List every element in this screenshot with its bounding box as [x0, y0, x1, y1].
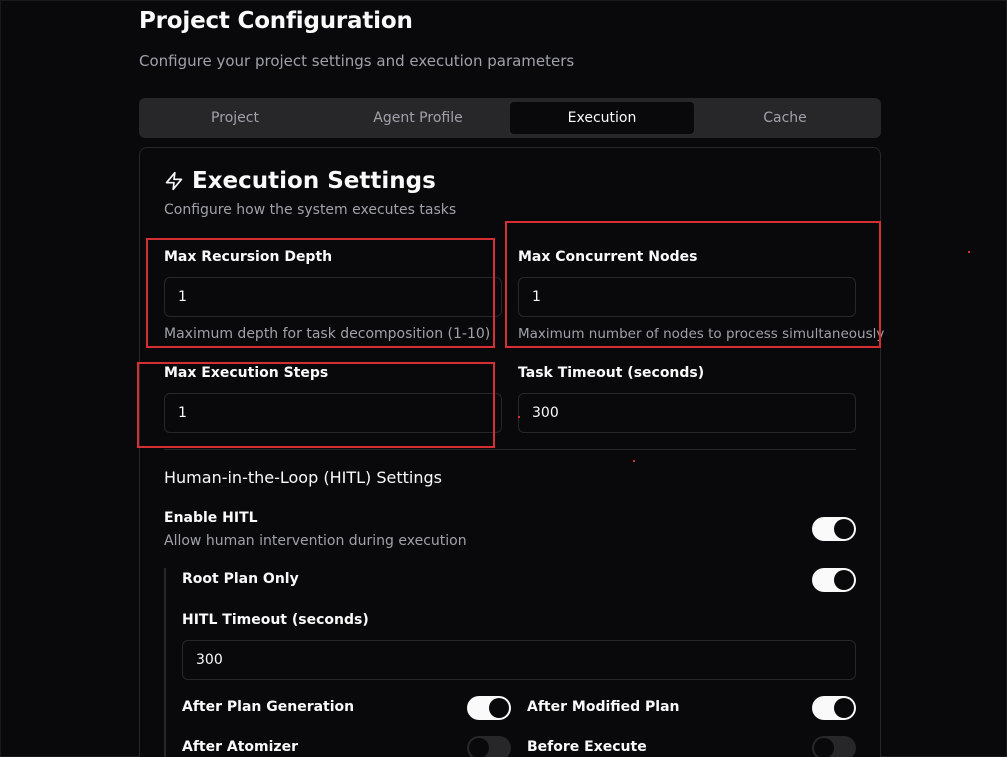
- task-timeout-input[interactable]: [518, 393, 856, 433]
- execution-settings-heading: Execution Settings: [164, 168, 436, 194]
- tab-bar: Project Agent Profile Execution Cache: [139, 98, 881, 138]
- before-execute-label: Before Execute: [527, 739, 647, 755]
- max-recursion-depth-help: Maximum depth for task decomposition (1-…: [164, 326, 491, 342]
- toggle-knob: [834, 570, 854, 590]
- max-recursion-depth-input[interactable]: [164, 277, 502, 317]
- hitl-indent-line: [164, 568, 166, 757]
- root-plan-only-label: Root Plan Only: [182, 571, 299, 587]
- page-subtitle: Configure your project settings and exec…: [139, 52, 575, 70]
- enable-hitl-description: Allow human intervention during executio…: [164, 533, 467, 549]
- tab-agent-profile[interactable]: Agent Profile: [326, 102, 510, 134]
- lightning-bolt-icon: [164, 171, 184, 191]
- hitl-timeout-label: HITL Timeout (seconds): [182, 612, 369, 628]
- before-execute-toggle[interactable]: [812, 736, 856, 757]
- execution-settings-description: Configure how the system executes tasks: [164, 202, 457, 218]
- after-atomizer-label: After Atomizer: [182, 739, 298, 755]
- max-concurrent-nodes-help: Maximum number of nodes to process simul…: [518, 326, 885, 342]
- hitl-timeout-input[interactable]: [182, 640, 856, 680]
- toggle-knob: [834, 519, 854, 539]
- max-execution-steps-label: Max Execution Steps: [164, 365, 329, 381]
- max-concurrent-nodes-input[interactable]: [518, 277, 856, 317]
- toggle-knob: [814, 738, 834, 757]
- after-modified-plan-toggle[interactable]: [812, 696, 856, 720]
- after-plan-generation-toggle[interactable]: [467, 696, 511, 720]
- annotation-dot: [633, 460, 635, 462]
- task-timeout-label: Task Timeout (seconds): [518, 365, 705, 381]
- annotation-dot: [968, 251, 970, 253]
- tab-project[interactable]: Project: [143, 102, 327, 134]
- after-plan-generation-label: After Plan Generation: [182, 699, 355, 715]
- after-atomizer-toggle[interactable]: [467, 736, 511, 757]
- enable-hitl-toggle[interactable]: [812, 517, 856, 541]
- execution-settings-title: Execution Settings: [192, 168, 436, 194]
- enable-hitl-label: Enable HITL: [164, 510, 258, 526]
- tab-cache[interactable]: Cache: [693, 102, 877, 134]
- toggle-knob: [834, 698, 854, 718]
- toggle-knob: [469, 738, 489, 757]
- max-execution-steps-input[interactable]: [164, 393, 502, 433]
- after-modified-plan-label: After Modified Plan: [527, 699, 680, 715]
- toggle-knob: [489, 698, 509, 718]
- max-concurrent-nodes-label: Max Concurrent Nodes: [518, 249, 698, 265]
- root-plan-only-toggle[interactable]: [812, 568, 856, 592]
- max-recursion-depth-label: Max Recursion Depth: [164, 249, 333, 265]
- annotation-dot: [518, 416, 520, 418]
- page-title: Project Configuration: [139, 8, 413, 34]
- hitl-section-title: Human-in-the-Loop (HITL) Settings: [164, 468, 442, 487]
- tab-execution[interactable]: Execution: [510, 102, 694, 134]
- section-divider: [164, 449, 856, 450]
